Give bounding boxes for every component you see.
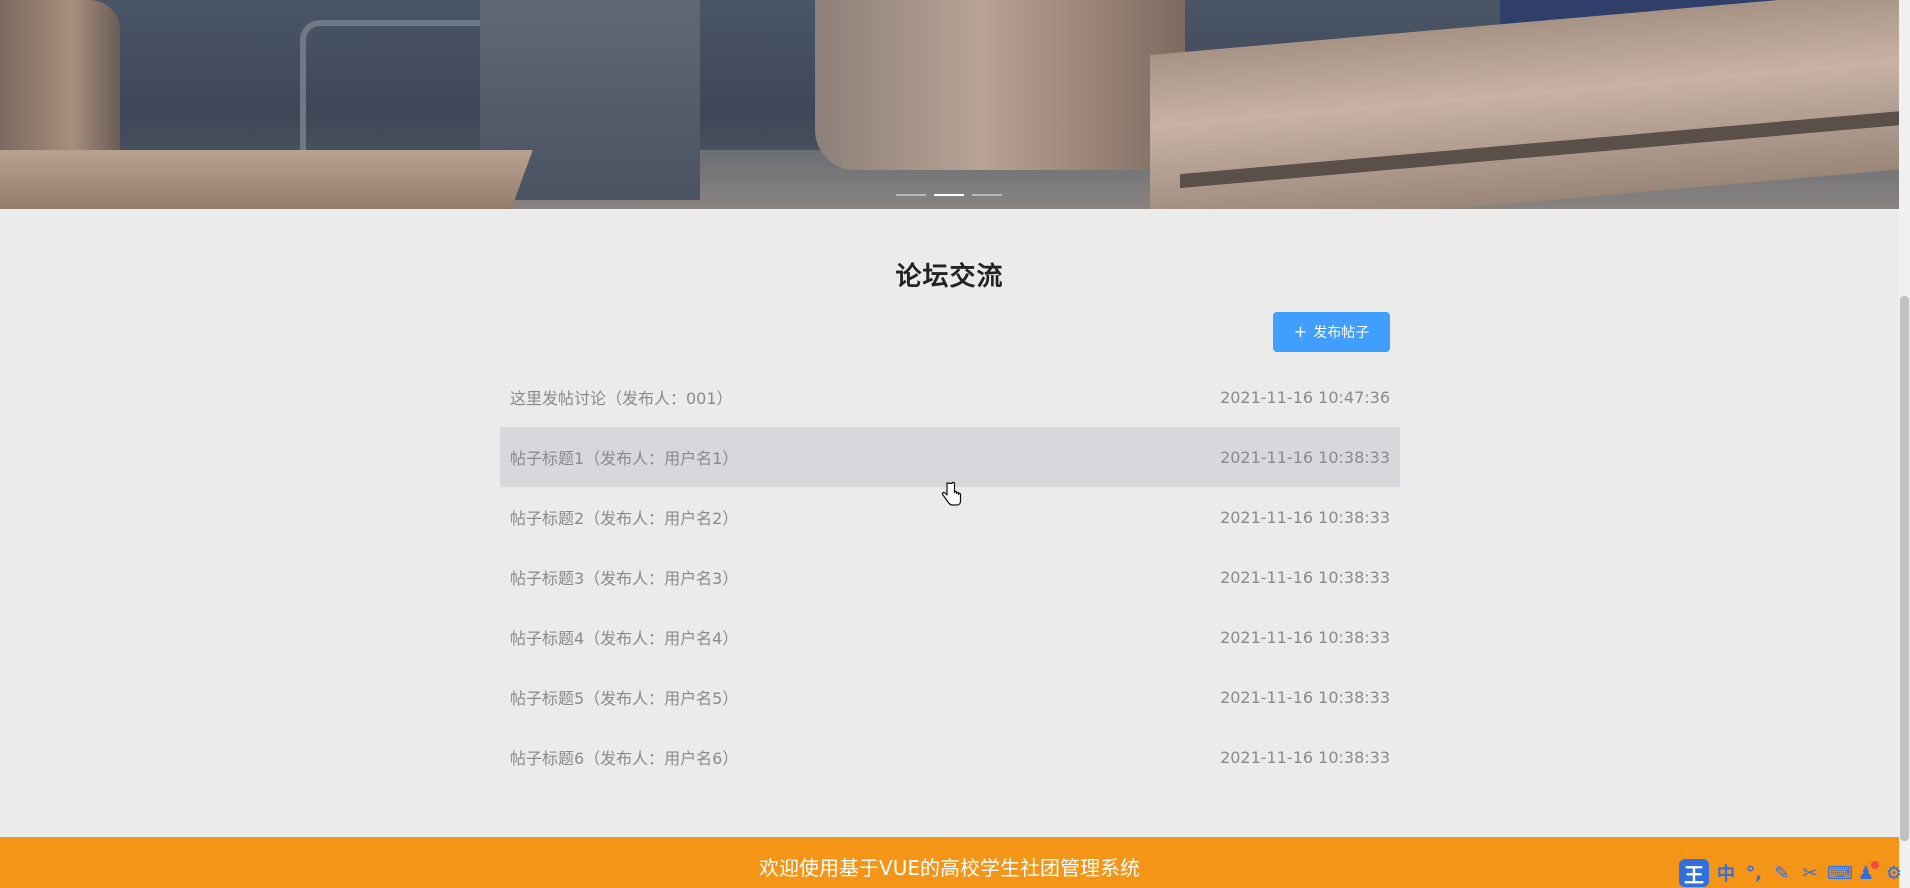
post-row[interactable]: 这里发帖讨论（发布人：001） 2021-11-16 10:47:36	[500, 367, 1400, 427]
carousel-indicator-2[interactable]	[934, 194, 964, 196]
post-row[interactable]: 帖子标题6（发布人：用户名6） 2021-11-16 10:38:33	[500, 727, 1400, 787]
post-time: 2021-11-16 10:38:33	[1220, 447, 1390, 467]
hand-cursor-icon	[941, 481, 962, 506]
post-time: 2021-11-16 10:38:33	[1220, 567, 1390, 587]
carousel-indicators	[896, 194, 1002, 196]
post-title[interactable]: 帖子标题5（发布人：用户名5）	[510, 685, 738, 709]
post-time: 2021-11-16 10:47:36	[1220, 387, 1390, 407]
post-list: 这里发帖讨论（发布人：001） 2021-11-16 10:47:36 帖子标题…	[500, 367, 1400, 787]
site-footer: 欢迎使用基于VUE的高校学生社团管理系统	[0, 837, 1899, 888]
page: 论坛交流 + 发布帖子 这里发帖讨论（发布人：001） 2021-11-16 1…	[0, 0, 1910, 888]
post-title[interactable]: 帖子标题1（发布人：用户名1）	[510, 445, 738, 469]
scissors-icon[interactable]: ✂	[1799, 863, 1821, 884]
ime-toolbar: 王 中 °, ✎ ✂ ⌨ ♟ ⚙	[1675, 858, 1910, 888]
forum-title: 论坛交流	[895, 262, 1004, 292]
banner-image-chair-back	[815, 0, 1185, 170]
scrollbar-thumb[interactable]	[1900, 296, 1909, 841]
post-time: 2021-11-16 10:38:33	[1220, 747, 1390, 767]
post-row[interactable]: 帖子标题3（发布人：用户名3） 2021-11-16 10:38:33	[500, 547, 1400, 607]
keyboard-icon[interactable]: ⌨	[1827, 863, 1853, 884]
post-title[interactable]: 这里发帖讨论（发布人：001）	[510, 385, 733, 409]
carousel-indicator-3[interactable]	[972, 194, 1002, 196]
pen-icon[interactable]: ✎	[1771, 863, 1793, 884]
banner-image-desk	[0, 150, 533, 209]
ime-punctuation-toggle[interactable]: °,	[1743, 863, 1765, 884]
post-time: 2021-11-16 10:38:33	[1220, 687, 1390, 707]
post-time: 2021-11-16 10:38:33	[1220, 507, 1390, 527]
post-row[interactable]: 帖子标题4（发布人：用户名4） 2021-11-16 10:38:33	[500, 607, 1400, 667]
post-time: 2021-11-16 10:38:33	[1220, 627, 1390, 647]
post-title[interactable]: 帖子标题3（发布人：用户名3）	[510, 565, 738, 589]
post-row[interactable]: 帖子标题1（发布人：用户名1） 2021-11-16 10:38:33	[500, 427, 1400, 487]
post-row[interactable]: 帖子标题5（发布人：用户名5） 2021-11-16 10:38:33	[500, 667, 1400, 727]
post-title[interactable]: 帖子标题6（发布人：用户名6）	[510, 745, 738, 769]
ime-logo-icon[interactable]: 王	[1679, 859, 1709, 887]
publish-post-label: 发布帖子	[1313, 325, 1370, 341]
publish-post-button[interactable]: + 发布帖子	[1273, 312, 1390, 352]
banner-carousel[interactable]	[0, 0, 1899, 209]
carousel-indicator-1[interactable]	[896, 194, 926, 196]
plus-icon: +	[1293, 322, 1308, 341]
post-title[interactable]: 帖子标题4（发布人：用户名4）	[510, 625, 738, 649]
post-title[interactable]: 帖子标题2（发布人：用户名2）	[510, 505, 738, 529]
gear-icon[interactable]: ⚙	[1883, 863, 1905, 884]
shirt-icon[interactable]: ♟	[1855, 860, 1879, 884]
ime-mode-toggle[interactable]: 中	[1715, 860, 1737, 886]
